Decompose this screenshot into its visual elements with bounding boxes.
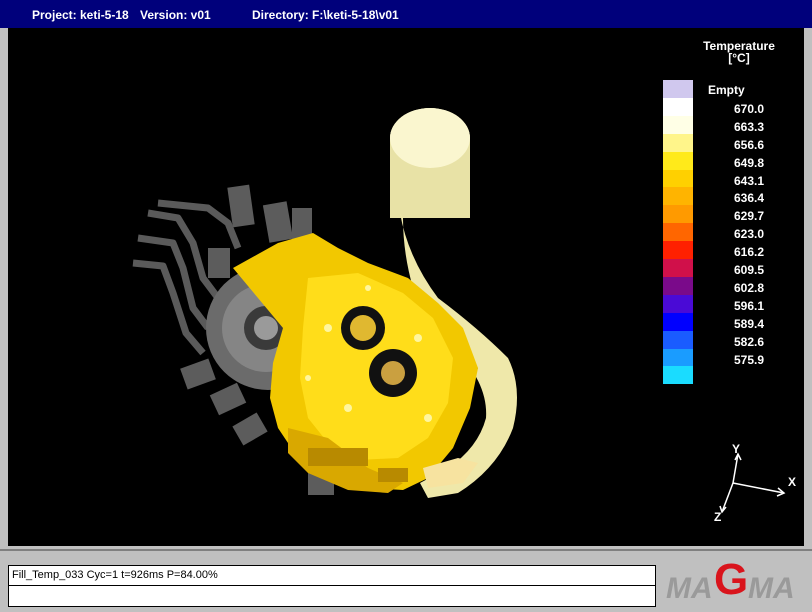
status-line: Fill_Temp_033 Cyc=1 t=926ms P=84.00% [9,566,655,586]
legend-swatch [663,241,693,260]
legend-value: 616.2 [733,245,764,260]
legend-swatch [663,169,693,188]
legend-title: Temperature [°C] [684,40,794,64]
legend-swatch [663,348,693,367]
legend-swatch [663,330,693,349]
axis-x-label: X [788,475,797,489]
legend-value: 649.8 [733,155,764,170]
legend-swatch [663,205,693,224]
legend-value: 629.7 [733,209,764,224]
legend-swatch [663,133,693,152]
project-name: Project: keti-5-18 [32,8,129,22]
legend-value: 656.6 [733,137,764,152]
legend-value: 596.1 [733,298,764,313]
status-panel: Fill_Temp_033 Cyc=1 t=926ms P=84.00% [8,565,656,607]
legend-swatch [663,276,693,295]
legend-swatch-full [663,97,693,116]
legend-swatch [663,294,693,313]
legend-swatch [663,223,693,242]
title-bar: Project: keti-5-18 Version: v01 Director… [0,0,812,28]
logo-text-right: MA [748,572,795,605]
legend-unit: [°C] [728,51,750,65]
legend-value: 670.0 [733,101,764,116]
legend-swatch [663,151,693,170]
legend-value: 602.8 [733,280,764,295]
status-text: Fill_Temp_033 Cyc=1 t=926ms P=84.00% [12,569,218,581]
magma-logo: MA G MA [666,555,795,605]
legend-swatch [663,187,693,206]
legend-value: 663.3 [733,119,764,134]
legend-swatch [663,259,693,277]
legend-swatch-empty [663,80,693,98]
legend-swatch [663,366,693,385]
simulation-viewport[interactable]: Temperature [°C] Empty Y X Z 670.0 663.3 6… [8,28,804,546]
panel-divider [0,549,812,551]
legend-value: 643.1 [733,173,764,188]
legend-value: 589.4 [733,316,764,331]
version-label: Version: v01 [140,8,211,22]
legend-value: 623.0 [733,227,764,242]
axis-y-label: Y [732,442,741,456]
legend-swatch [663,312,693,331]
legend-value: 582.6 [733,334,764,349]
directory-path: Directory: F:\keti-5-18\v01 [252,8,399,22]
legend-value: 609.5 [733,263,764,277]
axis-z-label: Z [714,510,722,524]
legend-swatch [663,115,693,134]
legend-empty-label: Empty [708,83,745,97]
logo-g: G [714,555,748,604]
legend-value: 636.4 [733,191,764,206]
logo-text-left: MA [666,572,713,605]
legend-value: 575.9 [733,352,764,367]
